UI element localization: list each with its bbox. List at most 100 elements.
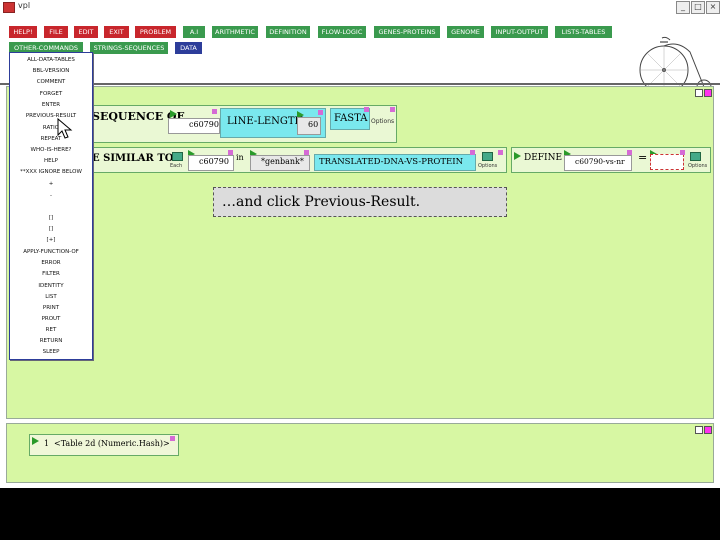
options-toggle-icon[interactable] (482, 152, 493, 161)
window-title: vpl (18, 1, 31, 10)
menu-item-ratio[interactable]: RATIO (10, 123, 92, 133)
menu-item-prout[interactable]: PROUT (10, 314, 92, 324)
menu-input-output-button[interactable]: INPUT-OUTPUT (491, 26, 548, 38)
menu-strings-sequences-button[interactable]: STRINGS-SEQUENCES (90, 42, 168, 54)
minimize-button[interactable]: _ (676, 1, 690, 14)
menu-item-enter[interactable]: ENTER (10, 100, 92, 110)
play-arrow-icon[interactable] (170, 110, 177, 118)
menu-item-filter[interactable]: FILTER (10, 269, 92, 279)
delete-icon[interactable] (390, 107, 395, 112)
close-button[interactable]: × (706, 1, 720, 14)
title-bar: vpl _ □ × (0, 0, 720, 15)
workspace-minimize-icon[interactable] (695, 89, 703, 97)
play-arrow-icon[interactable] (514, 152, 521, 160)
menu-help-button[interactable]: HELP! (9, 26, 37, 38)
result-value: <Table 2d (Numeric.Hash)> (54, 439, 170, 448)
method-block[interactable]: TRANSLATED-DNA-VS-PROTEIN (314, 154, 476, 171)
similar-variable-field[interactable]: c60790 (188, 155, 234, 171)
results-panel[interactable]: 1 <Table 2d (Numeric.Hash)> (6, 423, 714, 483)
menu-ai-button[interactable]: A.I (183, 26, 205, 38)
similar-to-block[interactable]: E SIMILAR TO Each c60790 in *genbank* TR… (87, 147, 507, 173)
menu-genome-button[interactable]: GENOME (447, 26, 484, 38)
delete-icon[interactable] (170, 436, 175, 441)
delete-icon[interactable] (680, 150, 685, 155)
database-field[interactable]: *genbank* (250, 155, 310, 171)
delete-icon[interactable] (470, 150, 475, 155)
line-length-number-field[interactable]: 60 (297, 117, 321, 135)
menu-bar: HELP! FILE EDIT EXIT PROBLEM A.I ARITHME… (0, 14, 720, 95)
menu-item-return[interactable]: RETURN (10, 336, 92, 346)
delete-icon[interactable] (318, 110, 323, 115)
menu-item-bracket-plus[interactable]: [+] (10, 235, 92, 245)
menu-item-identity[interactable]: IDENTITY (10, 281, 92, 291)
define-value-slot[interactable] (650, 154, 684, 170)
menu-genes-proteins-button[interactable]: GENES-PROTEINS (374, 26, 440, 38)
menu-item-forget[interactable]: FORGET (10, 89, 92, 99)
delete-icon[interactable] (364, 107, 369, 112)
menu-item-comment[interactable]: COMMENT (10, 77, 92, 87)
menu-item-print[interactable]: PRINT (10, 303, 92, 313)
sequence-of-block[interactable]: SEQUENCE OF c60790 LINE-LENGTH 60 FASTA … (87, 105, 397, 143)
delete-icon[interactable] (304, 150, 309, 155)
menu-item-error[interactable]: ERROR (10, 258, 92, 268)
maximize-button[interactable]: □ (691, 1, 705, 14)
menu-flow-logic-button[interactable]: FLOW-LOGIC (318, 26, 366, 38)
callout-text: …and click Previous-Result. (222, 194, 421, 210)
each-toggle-icon[interactable] (172, 152, 183, 161)
line-length-block[interactable]: LINE-LENGTH 60 (220, 108, 326, 138)
menu-exit-button[interactable]: EXIT (104, 26, 129, 38)
instruction-callout: …and click Previous-Result. (213, 187, 507, 217)
menu-item-all-data-tables[interactable]: ALL-DATA-TABLES (10, 55, 92, 65)
menu-data-button[interactable]: DATA (175, 42, 202, 54)
define-variable-field[interactable]: c60790-vs-nr (564, 155, 632, 171)
menu-item-bracket[interactable]: [] (10, 213, 92, 223)
menu-item-help[interactable]: HELP (10, 156, 92, 166)
menu-item-previous-result[interactable]: PREVIOUS-RESULT (10, 111, 92, 121)
menu-arithmetic-button[interactable]: ARITHMETIC (212, 26, 258, 38)
define-options-label[interactable]: Options (688, 163, 707, 169)
menu-item-plus[interactable]: + (10, 179, 92, 189)
method-label: TRANSLATED-DNA-VS-PROTEIN (319, 157, 464, 167)
menu-edit-button[interactable]: EDIT (74, 26, 98, 38)
results-close-icon[interactable] (704, 426, 712, 434)
menu-item-bbl-version[interactable]: BBL-VERSION (10, 66, 92, 76)
menu-item-ret[interactable]: RET (10, 325, 92, 335)
line-length-label: LINE-LENGTH (227, 116, 304, 127)
define-block[interactable]: DEFINE c60790-vs-nr = Options (511, 147, 711, 173)
workspace-close-icon[interactable] (704, 89, 712, 97)
menu-item-ignore-below[interactable]: **XXX IGNORE BELOW (10, 167, 92, 177)
play-arrow-icon[interactable] (32, 437, 39, 445)
menu-file-button[interactable]: FILE (44, 26, 68, 38)
workspace-panel[interactable]: SEQUENCE OF c60790 LINE-LENGTH 60 FASTA … (6, 86, 714, 419)
menu-item-list[interactable]: LIST (10, 292, 92, 302)
menu-item-repeat[interactable]: REPEAT (10, 134, 92, 144)
similar-options-label[interactable]: Options (478, 163, 497, 169)
application-window: vpl _ □ × HELP! FILE EDIT EXIT PROBLEM A… (0, 0, 720, 488)
equals-label: = (638, 151, 648, 164)
options-label[interactable]: Options (371, 118, 394, 125)
delete-icon[interactable] (498, 150, 503, 155)
each-label: Each (170, 163, 183, 169)
delete-icon[interactable] (627, 150, 632, 155)
define-label: DEFINE (524, 153, 563, 163)
menu-problem-button[interactable]: PROBLEM (135, 26, 176, 38)
menu-item-who-is-here[interactable]: WHO-IS-HERE? (10, 145, 92, 155)
results-minimize-icon[interactable] (695, 426, 703, 434)
app-icon (3, 2, 15, 13)
menu-definition-button[interactable]: DEFINITION (266, 26, 310, 38)
menu-item-sleep[interactable]: SLEEP (10, 347, 92, 357)
menu-item-bracket-2[interactable]: [] (10, 224, 92, 234)
sequence-variable-field[interactable]: c60790 (168, 118, 220, 134)
menu-item-apply-function-of[interactable]: APPLY-FUNCTION-OF (10, 247, 92, 257)
delete-icon[interactable] (212, 109, 217, 114)
toolbar-separator (0, 83, 720, 85)
result-item[interactable]: 1 <Table 2d (Numeric.Hash)> (29, 434, 179, 456)
menu-lists-tables-button[interactable]: LISTS-TABLES (555, 26, 612, 38)
fasta-label: FASTA (334, 113, 368, 124)
define-options-toggle-icon[interactable] (690, 152, 701, 161)
result-index: 1 (44, 439, 50, 448)
similar-to-label: E SIMILAR TO (92, 153, 174, 164)
menu-item-minus[interactable]: - (10, 191, 92, 201)
in-label: in (236, 153, 244, 162)
delete-icon[interactable] (228, 150, 233, 155)
